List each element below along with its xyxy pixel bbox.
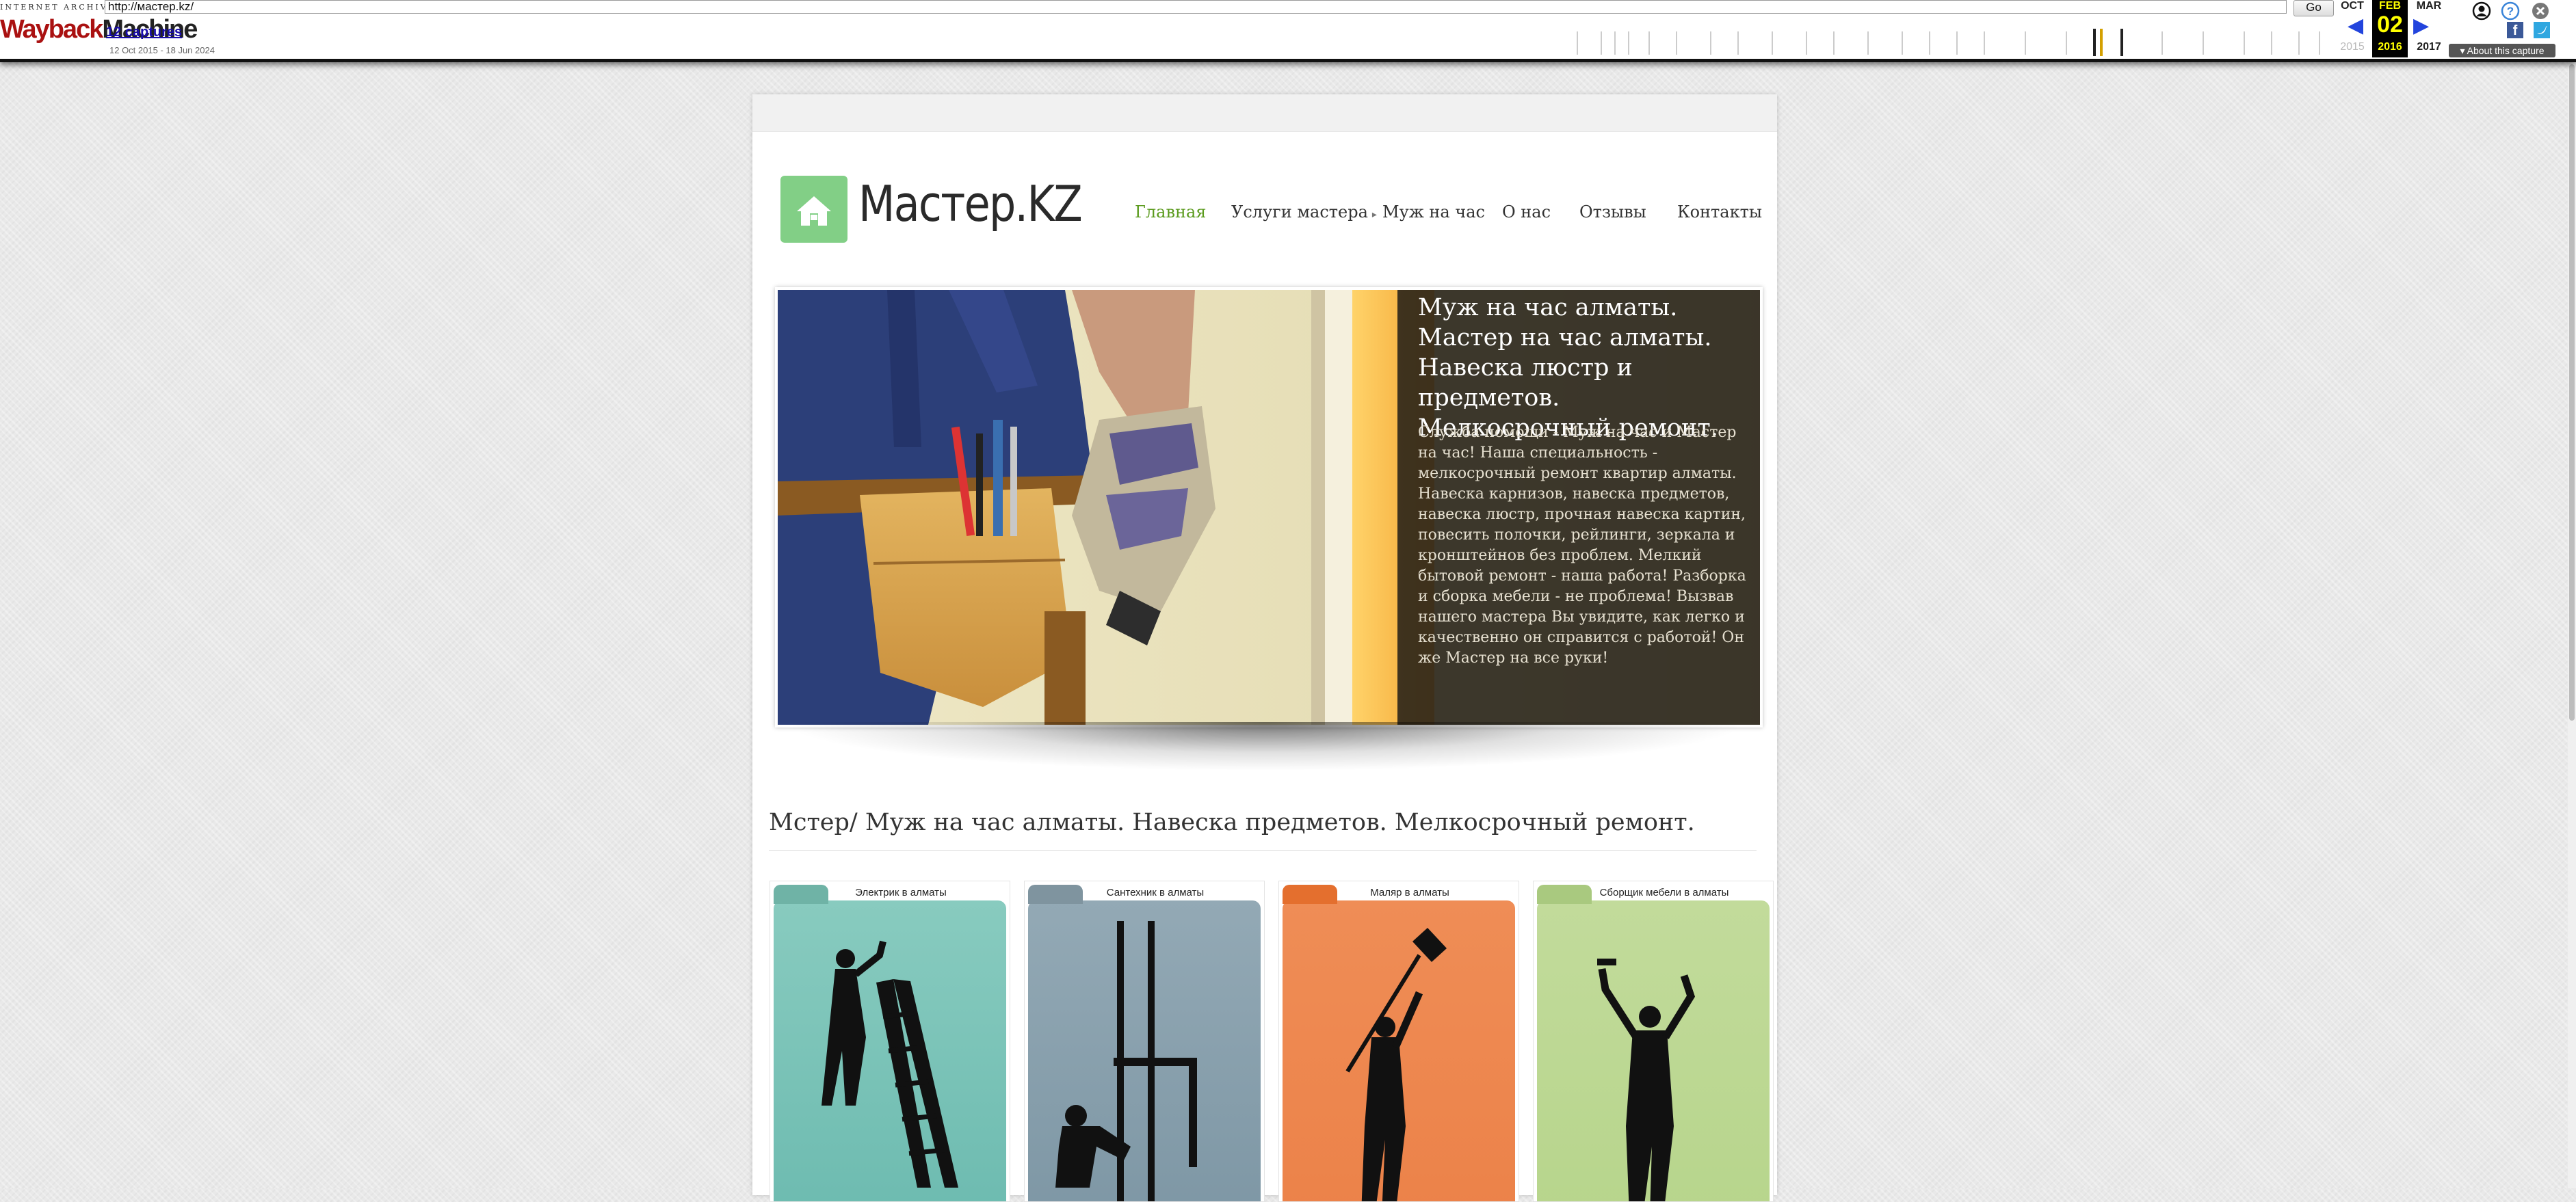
hero-slider[interactable]: Муж на час алматы. Мастер на час алматы.…: [775, 287, 1763, 727]
go-button[interactable]: Go: [2294, 0, 2334, 16]
capture-tick[interactable]: [1710, 31, 1711, 55]
current-capture-tick[interactable]: [2100, 29, 2103, 56]
nav-contacts[interactable]: Контакты: [1677, 202, 1762, 222]
furniture-assembler-icon: [1597, 959, 1696, 1201]
capture-tick[interactable]: [1902, 31, 1903, 55]
next-month-link[interactable]: MAR: [2409, 0, 2449, 12]
capture-tick[interactable]: [2093, 29, 2096, 56]
capture-tick[interactable]: [1676, 31, 1677, 55]
capture-sparkline[interactable]: [1546, 26, 2332, 57]
prev-month-link[interactable]: OCT: [2332, 0, 2372, 12]
card-label: Сантехник в алматы: [1106, 887, 1205, 898]
capture-tick[interactable]: [2066, 31, 2067, 55]
capture-tick[interactable]: [2298, 31, 2300, 55]
capture-tick[interactable]: [2271, 31, 2272, 55]
prev-year-label: 2015: [2340, 41, 2365, 53]
capture-tick[interactable]: [1984, 31, 1985, 55]
capture-tick[interactable]: [1577, 31, 1578, 55]
internet-archive-label: INTERNET ARCHIVE: [0, 3, 116, 12]
capture-tick[interactable]: [1737, 31, 1739, 55]
capture-tick[interactable]: [2244, 31, 2245, 55]
service-card-plumber[interactable]: Сантехник в алматы: [1024, 881, 1265, 1202]
scrollbar-thumb[interactable]: [2569, 64, 2575, 721]
page-container: Мастер.KZ Главная Услуги мастера ▸ Муж на…: [752, 94, 1777, 1202]
capture-tick[interactable]: [1833, 31, 1835, 55]
card-illustration: [1028, 900, 1261, 1201]
capture-date-range: 12 Oct 2015 - 18 Jun 2024: [109, 45, 215, 55]
hero-shadow: [793, 722, 1737, 770]
capture-tick[interactable]: [1806, 31, 1807, 55]
prev-capture-arrow-icon[interactable]: ◀: [2348, 14, 2363, 38]
hero-title: Муж на час алматы. Мастер на час алматы.…: [1418, 294, 1718, 442]
next-year-label: 2017: [2417, 41, 2441, 53]
capture-tick[interactable]: [2120, 29, 2123, 56]
nav-services[interactable]: Услуги мастера ▸: [1231, 202, 1377, 222]
dropdown-arrow-icon: ▾: [2460, 45, 2467, 56]
about-capture-button[interactable]: ▾ About this capture: [2449, 44, 2555, 57]
capture-tick[interactable]: [1601, 31, 1602, 55]
card-label: Сборщик мебели в алматы: [1599, 887, 1729, 898]
capture-tick[interactable]: [1772, 31, 1773, 55]
capture-tick[interactable]: [1648, 31, 1650, 55]
card-label: Маляр в алматы: [1370, 887, 1449, 898]
nav-home[interactable]: Главная: [1135, 202, 1206, 222]
electrician-on-ladder-icon: [822, 940, 958, 1188]
hero-description: Служба помощи - Муж на час и Мастер на ч…: [1418, 424, 1746, 667]
capture-tick[interactable]: [1614, 31, 1616, 55]
plumber-with-pipes-icon: [1055, 921, 1197, 1201]
captures-link[interactable]: 12 captures: [106, 25, 182, 40]
nav-husband-for-hour[interactable]: Муж на час: [1382, 202, 1485, 222]
wayback-url-input[interactable]: [105, 0, 2287, 14]
page-heading: Мстер/ Муж на час алматы. Навеска предме…: [769, 809, 1695, 836]
capture-tick[interactable]: [2161, 31, 2163, 55]
next-capture-arrow-icon[interactable]: ▶: [2413, 14, 2429, 38]
capture-tick[interactable]: [2203, 31, 2204, 55]
wayback-toolbar: INTERNET ARCHIVE WaybackMachine Go 12 ca…: [0, 0, 2576, 62]
heading-divider: [769, 850, 1757, 851]
capture-tick[interactable]: [1956, 31, 1958, 55]
card-label: Электрик в алматы: [855, 887, 947, 898]
capture-tick[interactable]: [1628, 31, 1629, 55]
nav-reviews[interactable]: Отзывы: [1579, 202, 1646, 222]
facebook-share-icon[interactable]: f: [2507, 22, 2523, 38]
site-logo-text[interactable]: Мастер.KZ: [858, 175, 1083, 232]
card-illustration: [774, 900, 1006, 1201]
page-top-bar: [752, 94, 1777, 132]
close-toolbar-icon[interactable]: [2531, 1, 2550, 21]
service-card-painter[interactable]: Маляр в алматы: [1278, 881, 1519, 1202]
twitter-share-icon[interactable]: [2534, 22, 2550, 38]
current-capture-date: FEB 02 2016: [2372, 0, 2408, 57]
service-card-furniture-assembler[interactable]: Сборщик мебели в алматы: [1533, 881, 1774, 1202]
site-logo-house-icon[interactable]: [780, 176, 847, 243]
submenu-arrow-icon: ▸: [1371, 209, 1377, 220]
page-scrollbar[interactable]: [2568, 62, 2576, 1188]
hero-caption-panel: Муж на час алматы. Мастер на час алматы.…: [1397, 290, 1760, 725]
card-illustration: [1537, 900, 1770, 1201]
capture-tick[interactable]: [1867, 31, 1869, 55]
service-card-electrician[interactable]: Электрик в алматы: [770, 881, 1010, 1202]
painter-with-roller-icon: [1345, 928, 1447, 1201]
svg-text:?: ?: [2507, 5, 2514, 18]
help-icon[interactable]: ?: [2501, 1, 2520, 21]
capture-tick[interactable]: [2319, 31, 2320, 55]
capture-tick[interactable]: [2025, 31, 2026, 55]
wayback-logo[interactable]: INTERNET ARCHIVE WaybackMachine: [0, 3, 198, 51]
capture-tick[interactable]: [1929, 31, 1930, 55]
user-account-icon[interactable]: [2472, 1, 2491, 21]
nav-services-label: Услуги мастера: [1231, 202, 1368, 222]
card-illustration: [1283, 900, 1515, 1201]
nav-about[interactable]: О нас: [1502, 202, 1551, 222]
